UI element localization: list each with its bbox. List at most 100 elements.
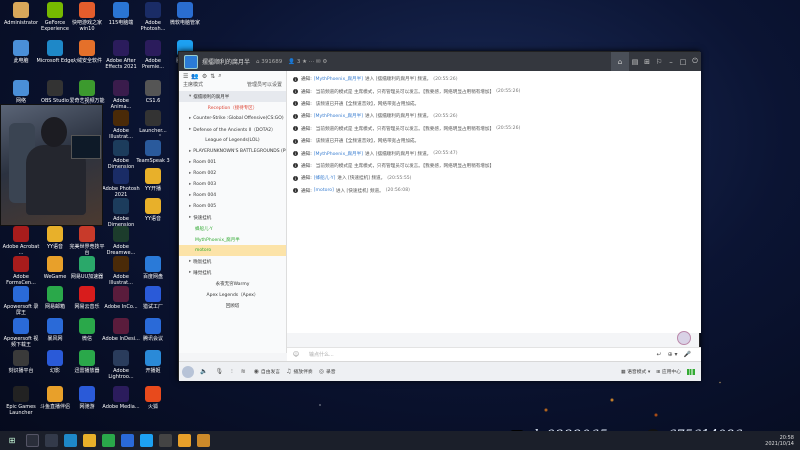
desktop-icon[interactable]: 网易云音乐 [68,286,106,310]
desktop-icon[interactable]: 腾讯会议 [134,318,172,342]
desktop-icon[interactable]: 快吧游戏之家win10 [68,2,106,32]
channel-item[interactable]: 永夜无穷Warmy [179,278,286,289]
channel-user[interactable]: motoro [179,245,286,256]
list-view-icon[interactable]: ☰ [183,73,188,80]
expand-chevron-icon[interactable]: ▸ [189,204,191,209]
explorer-taskbar-icon[interactable] [83,434,96,447]
yy-taskbar-icon[interactable] [178,434,191,447]
desktop-icon[interactable]: Adobe FormsCen... [2,256,40,286]
voice-mode-button[interactable]: ▦ 语音模式 ▾ [621,368,650,375]
desktop-icon[interactable]: YY开播 [134,168,172,192]
edge-taskbar-icon[interactable] [64,434,77,447]
desktop-icon[interactable]: 火绒安全软件 [68,40,106,64]
channel-item[interactable]: ▸PLAYERUNKNOWN'S BATTLEGROUNDS (PUBG) [179,146,286,157]
wechat-taskbar-icon[interactable] [102,434,115,447]
expand-chevron-icon[interactable]: ▸ [189,116,191,121]
desktop-icon[interactable]: YY语音 [134,198,172,222]
speaker-icon[interactable]: 🔈 [200,368,207,375]
message-input[interactable]: 输点什么... [309,351,334,358]
desktop-icon[interactable]: Apowersoft 录屏王 [2,286,40,316]
desktop-icon[interactable]: 微软电脑管家 [166,2,204,26]
channel-item[interactable]: ▸ 睡觉挂机 [179,267,286,278]
channel-item[interactable]: ▸ 晚饭挂机 [179,256,286,267]
expand-chevron-icon[interactable]: ▸ [189,182,191,187]
search-icon[interactable]: ⌕ [218,72,221,80]
more-icon[interactable]: ⊕ ▾ [668,351,678,358]
qq-taskbar-icon[interactable] [140,434,153,447]
record-button[interactable]: ◎ 录音 [319,368,336,375]
desktop-icon[interactable]: Adobe Dreamwe... [102,226,140,256]
search-taskbar-icon[interactable] [26,434,39,447]
desktop-icon[interactable]: 刻识播平台 [2,350,40,374]
channel-item[interactable]: ▸ Room 001 [179,157,286,168]
channel-user[interactable]: 蜂船儿·Y [179,223,286,234]
gamepad-icon[interactable]: ⊞ [641,52,653,71]
desktop-icon[interactable]: 完美世界竞技平台 [68,226,106,256]
settings-icon[interactable]: ⚙ [202,73,207,80]
desktop-icon[interactable]: Apowersoft 视频下载王 [2,318,40,348]
microphone-icon[interactable]: 🎙 [215,368,223,375]
expand-chevron-icon[interactable]: ▸ [189,193,191,198]
user-link[interactable]: [蜂船儿·Y] [314,175,336,181]
system-clock[interactable]: 20:58 2021/10/14 [765,435,794,447]
desktop-icon[interactable]: Administrator [2,2,40,26]
expand-chevron-icon[interactable]: ▸ [189,171,191,176]
desktop-icon[interactable]: TeamSpeak 3 [134,140,172,164]
app-taskbar-icon[interactable] [121,434,134,447]
desktop-icon[interactable]: CS1.6 [134,80,172,104]
channel-item[interactable]: ▸ Counter-Strike :Global Offensive(CS:GO) [179,113,286,124]
mixer-icon[interactable]: ⫶ [231,368,233,376]
power-icon[interactable]: ⏻ [689,52,701,71]
channel-item[interactable]: Apex Legends（Apex） [179,289,286,300]
app-center-button[interactable]: ⊞ 应用中心 [656,368,681,375]
desktop-icon[interactable]: Launcher... [134,110,172,134]
skin-icon[interactable]: ⚐ [653,52,665,71]
desktop-icon[interactable]: 猎试工厂 [134,286,172,310]
equalizer-icon[interactable]: ≋ [241,368,246,375]
obs-taskbar-icon[interactable] [159,434,172,447]
desktop-icon[interactable]: Epic Games Launcher [2,386,40,416]
desktop-icon[interactable]: 网驰游 [68,386,106,410]
expand-chevron-icon[interactable]: ▸ [189,215,191,220]
list-icon[interactable]: ▤ [629,52,641,71]
user-link[interactable]: [MythPhoenix_腐月半] [314,113,363,119]
desktop-icon[interactable]: Adobe Acrobat ... [2,226,40,256]
channel-item[interactable]: ▸ Room 002 [179,168,286,179]
desktop-icon[interactable]: 百度网盘 [134,256,172,280]
taskview-icon[interactable] [45,434,58,447]
maximize-icon[interactable]: □ [677,52,689,71]
channel-item[interactable]: ▸ Room 003 [179,179,286,190]
emoji-icon[interactable]: ☺ [291,351,301,358]
user-avatar[interactable] [677,331,691,345]
channel-user[interactable]: MythPhoenix_腐月半 [179,234,286,245]
channel-item[interactable]: ▸ Defense of the Ancients II（DOTA2） [179,124,286,135]
windows-start-icon[interactable]: ⊞ [4,433,20,449]
desktop-icon[interactable]: 火狐 [134,386,172,410]
play-music-button[interactable]: ♫ 播放伴奏 [286,368,313,375]
mic-icon[interactable]: 🎤 [684,351,691,358]
minimize-icon[interactable]: – [665,52,677,71]
desktop-icon[interactable]: 此电脑 [2,40,40,64]
sort-icon[interactable]: ⇅ [210,73,215,80]
desktop-icon[interactable]: 网络 [2,80,40,104]
channel-item[interactable]: ▾ 摆擂顺利的腐月半 [179,91,286,102]
desktop-icon[interactable]: 迅雷播放器 [68,350,106,374]
users-icon[interactable]: 👥 [191,73,198,80]
user-link[interactable]: [motoro] [314,188,334,193]
channel-item[interactable]: ▸ Room 005 [179,201,286,212]
channel-item[interactable]: ▸ Room 004 [179,190,286,201]
title-bar[interactable]: 摆擂顺利的腐月半 ⌂ 391689 👤 3 ★ ⋯ ✉ ⚙ ⌂ ▤ ⊞ ⚐ – … [179,52,701,71]
channel-item[interactable]: ▸ 快速挂机 [179,212,286,223]
channel-item[interactable]: Reception（接待专区） [179,102,286,113]
desktop-icon[interactable]: 网易UU加速器 [68,256,106,280]
free-speak-button[interactable]: ◉ 自由发言 [254,368,280,375]
expand-chevron-icon[interactable]: ▾ [189,94,191,99]
channel-item[interactable]: 回顾塔 [179,300,286,311]
expand-chevron-icon[interactable]: ▸ [189,160,191,165]
home-icon[interactable]: ⌂ [611,52,629,71]
expand-chevron-icon[interactable]: ▸ [189,259,191,264]
send-icon[interactable]: ↵ [657,351,662,358]
expand-chevron-icon[interactable]: ▸ [189,127,191,132]
user-link[interactable]: [MythPhoenix_腐月半] [314,151,363,157]
desktop-icon[interactable]: 微信 [68,318,106,342]
